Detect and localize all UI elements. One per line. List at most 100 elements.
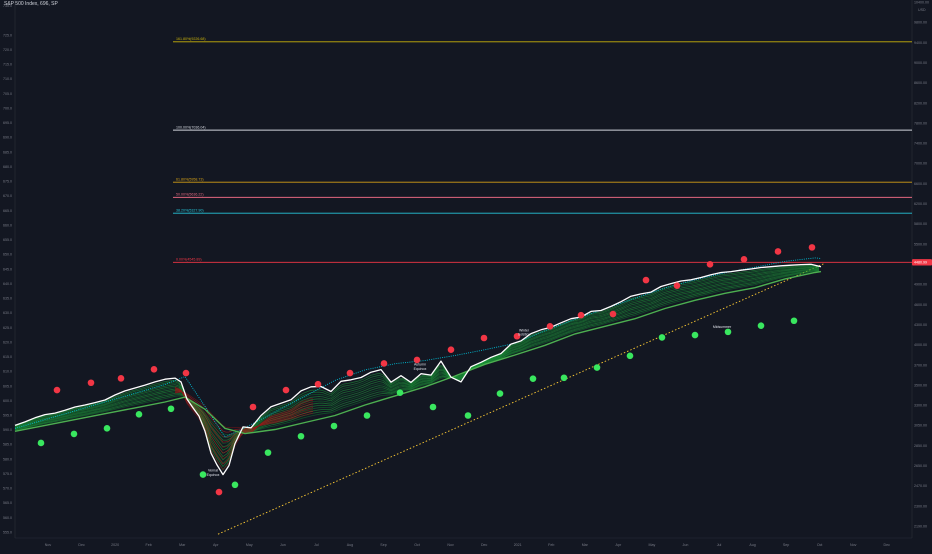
red-signal-dot — [249, 403, 257, 411]
time-axis-label: May — [649, 543, 656, 547]
time-axis-label: Sep — [380, 543, 386, 547]
time-axis-label: Dec — [78, 543, 85, 547]
red-signal-dot — [609, 310, 617, 318]
right-axis-tick-label: 9000.00 — [914, 61, 927, 65]
red-signal-dot — [808, 244, 816, 251]
time-axis-label: Nov — [850, 543, 857, 547]
time-axis-label: Aug — [749, 543, 755, 547]
right-axis-tick-label: 8600.00 — [914, 81, 927, 85]
time-axis-label: Dec — [884, 543, 891, 547]
red-signal-dot — [117, 375, 125, 382]
left-axis-tick-label: 595.0 — [3, 413, 12, 417]
right-axis-tick-label: 4000.00 — [914, 343, 927, 347]
red-signal-dot — [642, 276, 650, 284]
left-axis-tick-label: 630.0 — [3, 311, 12, 315]
red-signal-dot — [380, 360, 388, 367]
right-axis-tick-label: 7000.00 — [914, 162, 927, 166]
annotation-label: Vernal — [208, 469, 218, 473]
left-axis-tick-label: 590.0 — [3, 428, 12, 432]
right-axis-tick-label: 9400.00 — [914, 41, 927, 45]
red-signal-dot — [480, 334, 488, 342]
left-axis-tick-label: 560.0 — [3, 516, 12, 520]
left-axis-tick-label: 645.0 — [3, 267, 12, 271]
right-axis-unit-label: USD — [918, 8, 926, 12]
red-signal-dot — [314, 380, 322, 388]
right-axis-tick-label: 4300.00 — [914, 323, 927, 327]
green-signal-dot — [429, 403, 437, 411]
right-axis-tick-label: 2650.00 — [914, 464, 927, 468]
time-axis-label: May — [246, 543, 253, 547]
green-signal-dot — [330, 422, 338, 430]
right-axis-tick-label: 2190.00 — [914, 525, 927, 529]
fib-level-label: 50.00%(5636.22) — [176, 193, 204, 197]
right-axis-tick-label: 2850.00 — [914, 444, 927, 448]
left-axis-tick-label: 555.0 — [3, 530, 12, 534]
time-axis-label: Mar — [582, 543, 589, 547]
time-axis-label: Jun — [280, 543, 286, 547]
green-signal-dot — [167, 405, 175, 413]
time-axis-label: Apr — [616, 543, 622, 547]
time-axis-label: Jul — [314, 543, 319, 547]
left-axis-tick-label: 665.0 — [3, 209, 12, 213]
chart-title: S&P 500 Index, 696, SP — [4, 1, 58, 7]
red-signal-dot — [577, 311, 585, 319]
left-axis-tick-label: 565.0 — [3, 501, 12, 505]
red-signal-dot — [150, 365, 158, 373]
green-signal-dot — [691, 331, 699, 339]
time-axis-label: Feb — [146, 543, 152, 547]
time-axis-label: Feb — [548, 543, 554, 547]
left-axis-tick-label: 635.0 — [3, 297, 12, 301]
chart-root: 161.80%(9226.68) 100.00%(7036.04) 61.80%(5… — [0, 0, 932, 550]
left-axis-tick-label: 700.0 — [3, 106, 12, 110]
red-signal-dot — [282, 386, 290, 394]
left-axis-tick-label: 655.0 — [3, 238, 12, 242]
right-axis-tick-label: 2300.00 — [914, 504, 927, 508]
red-signal-dot — [546, 323, 554, 330]
green-signal-dot — [724, 328, 732, 336]
left-axis-tick-label: 620.0 — [3, 340, 12, 344]
red-signal-dot — [740, 256, 748, 263]
green-signal-dot — [231, 481, 239, 489]
green-signal-dot — [464, 412, 472, 419]
red-signal-dot — [346, 369, 354, 377]
right-axis-tick-label: 7800.00 — [914, 121, 927, 125]
annotation-label: Solstice — [518, 333, 530, 337]
green-signal-dot — [264, 449, 272, 456]
left-axis-tick-label: 570.0 — [3, 487, 12, 491]
time-axis-label: 2020 — [111, 543, 119, 547]
time-axis-label: Aug — [347, 543, 353, 547]
left-axis-tick-label: 685.0 — [3, 150, 12, 154]
left-axis-tick-label: 675.0 — [3, 180, 12, 184]
red-signal-dot — [182, 369, 190, 377]
left-axis-tick-label: 610.0 — [3, 370, 12, 374]
fib-level-label: 0.00%(4545.89) — [176, 257, 202, 261]
right-axis-tick-label: 5800.00 — [914, 222, 927, 226]
left-axis-tick-label: 690.0 — [3, 136, 12, 140]
green-signal-dot — [37, 439, 45, 447]
right-axis-tick-label: 2470.00 — [914, 484, 927, 488]
right-axis-tick-label: 6200.00 — [914, 202, 927, 206]
fib-level-label: 61.80%(5958.73) — [176, 177, 204, 181]
left-axis-tick-label: 660.0 — [3, 223, 12, 227]
left-axis-tick-label: 695.0 — [3, 121, 12, 125]
time-axis-label: Mar — [179, 543, 186, 547]
green-signal-dot — [103, 425, 111, 432]
green-signal-dot — [297, 432, 305, 440]
time-axis-label: Nov — [45, 543, 52, 547]
green-signal-dot — [70, 430, 78, 438]
fib-level-label: 38.20%(5327.90) — [176, 208, 204, 212]
left-axis-tick-label: 600.0 — [3, 399, 12, 403]
green-signal-dot — [363, 412, 371, 419]
green-signal-dot — [757, 322, 765, 330]
left-axis-tick-label: 650.0 — [3, 253, 12, 257]
time-axis-label: Oct — [414, 543, 420, 547]
price-chart[interactable]: 161.80%(9226.68) 100.00%(7036.04) 61.80%(5… — [0, 0, 932, 550]
red-signal-dot — [87, 379, 95, 387]
left-axis-tick-label: 710.0 — [3, 77, 12, 81]
time-axis-label: Nov — [447, 543, 454, 547]
left-axis-tick-label: 615.0 — [3, 355, 12, 359]
time-axis-label: Jun — [683, 543, 689, 547]
left-axis-tick-label: 720.0 — [3, 48, 12, 52]
annotation-label: Autumn — [414, 362, 426, 366]
right-axis-tick-label: 4900.00 — [914, 283, 927, 287]
